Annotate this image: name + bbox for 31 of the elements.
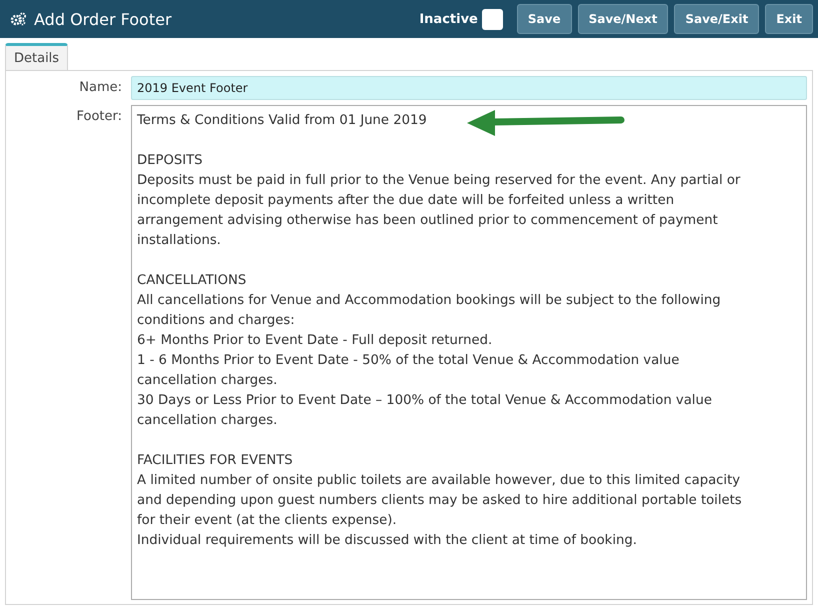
footer-text-line: arrangement advising otherwise has been outlined prior to commencement of payment bbox=[137, 212, 718, 230]
name-field[interactable]: 2019 Event Footer bbox=[131, 76, 807, 100]
footer-text-line: for their event (at the clients expense). bbox=[137, 512, 397, 530]
footer-text-line: A limited number of onsite public toilets are available however, due to this limited capacity bbox=[137, 472, 740, 490]
gears-icon bbox=[10, 12, 26, 26]
footer-text-line: DEPOSITS bbox=[137, 152, 203, 170]
footer-text-line: cancellation charges. bbox=[137, 412, 278, 430]
footer-text-line: incomplete deposit payments after the due date will be forfeited unless a written bbox=[137, 192, 674, 210]
footer-text-line: FACILITIES FOR EVENTS bbox=[137, 452, 293, 470]
footer-text-line: and depending upon guest numbers clients may be asked to hire additional portable toilets bbox=[137, 492, 742, 510]
footer-text-line: Terms & Conditions Valid from 01 June 2019 bbox=[137, 112, 427, 130]
footer-text-line: Individual requirements will be discussed with the client at time of booking. bbox=[137, 532, 637, 550]
footer-textarea[interactable] bbox=[131, 105, 807, 600]
tab[interactable]: Details bbox=[5, 43, 68, 70]
footer-text-line: installations. bbox=[137, 232, 221, 250]
toolbar-button[interactable]: Save/Next bbox=[578, 4, 668, 34]
footer-text-line: 1 - 6 Months Prior to Event Date - 50% of the total Venue & Accommodation value bbox=[137, 352, 680, 370]
footer-text-line: 6+ Months Prior to Event Date - Full deposit returned. bbox=[137, 332, 492, 350]
footer-text-line: Deposits must be paid in full prior to the Venue being reserved for the event. Any partial or bbox=[137, 172, 740, 190]
inactive-label: Inactive bbox=[419, 12, 478, 26]
footer-text-line: conditions and charges: bbox=[137, 312, 295, 330]
toolbar-button[interactable]: Exit bbox=[765, 4, 813, 34]
toolbar-button[interactable]: Save/Exit bbox=[674, 4, 760, 34]
field-label: Footer: bbox=[75, 108, 122, 124]
toolbar-button[interactable]: Save bbox=[516, 4, 572, 34]
footer-text-line: All cancellations for Venue and Accommodation bookings will be subject to the following bbox=[137, 292, 721, 310]
window-title: Add Order Footer bbox=[34, 10, 172, 28]
footer-text-line: cancellation charges. bbox=[137, 372, 278, 390]
footer-text-line: CANCELLATIONS bbox=[137, 272, 246, 290]
field-label: Name: bbox=[78, 79, 122, 95]
footer-text-line: 30 Days or Less Prior to Event Date – 100% of the total Venue & Accommodation value bbox=[137, 392, 712, 410]
